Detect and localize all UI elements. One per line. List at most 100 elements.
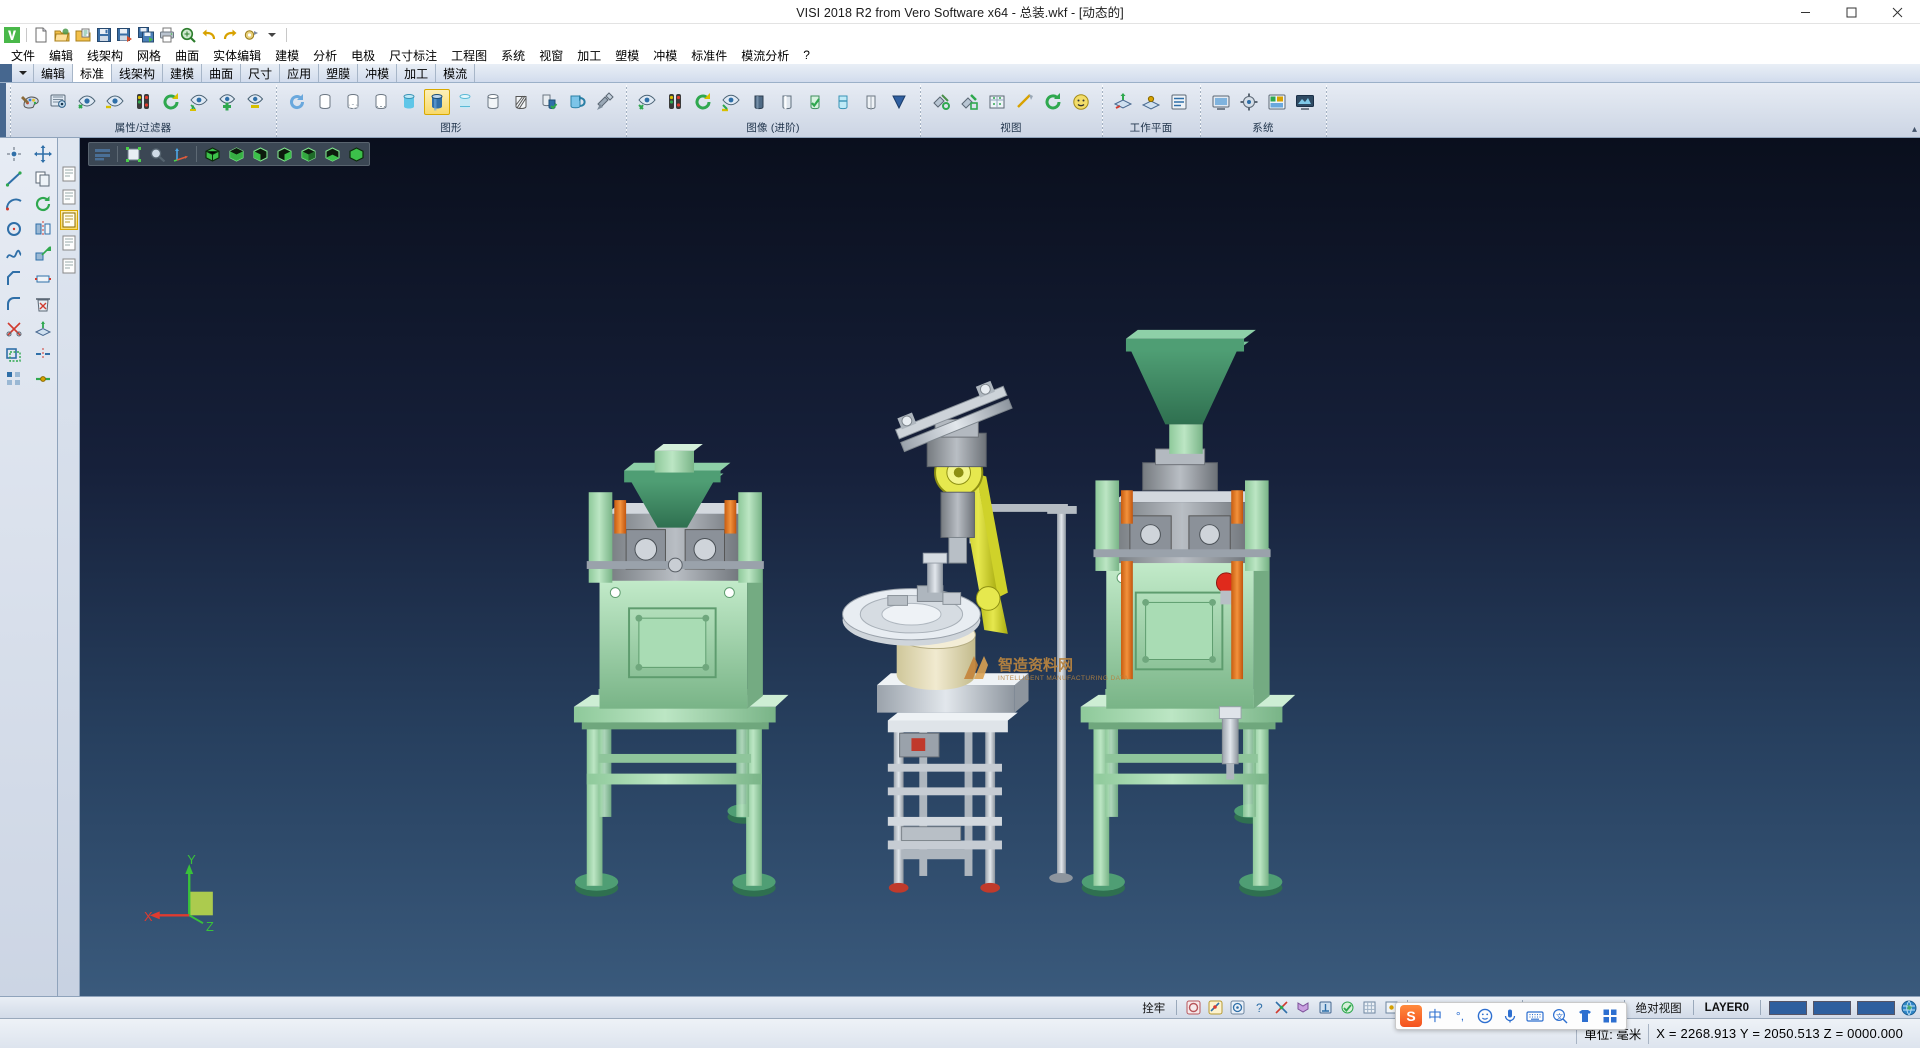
ime-keyboard-icon[interactable] <box>1523 1004 1547 1028</box>
menu-item-drafting[interactable]: 工程图 <box>444 46 494 65</box>
ime-voice-icon[interactable] <box>1498 1004 1522 1028</box>
construct-point-icon[interactable] <box>2 142 27 166</box>
list-view-icon[interactable] <box>91 144 113 164</box>
system-options-icon[interactable] <box>1236 89 1262 115</box>
system-config-icon[interactable] <box>1208 89 1234 115</box>
ime-translate-icon[interactable]: 文 <box>1548 1004 1572 1028</box>
snap-tangent-icon[interactable] <box>1292 998 1314 1018</box>
graphic-settings-icon[interactable] <box>592 89 618 115</box>
construct-offset-icon[interactable] <box>2 342 27 366</box>
hidden-line-icon[interactable] <box>340 89 366 115</box>
render-preview-icon[interactable] <box>1068 89 1094 115</box>
shade-mode-1-icon[interactable] <box>746 89 772 115</box>
tab-machining[interactable]: 加工 <box>397 64 436 82</box>
section-shade-icon[interactable] <box>508 89 534 115</box>
add-visible-icon[interactable] <box>214 89 240 115</box>
globe-icon[interactable] <box>1898 998 1920 1018</box>
open-file-icon[interactable] <box>52 25 72 45</box>
view-top-icon[interactable] <box>225 144 247 164</box>
customize-dropdown-icon[interactable] <box>262 25 282 45</box>
ime-emoji-icon[interactable] <box>1473 1004 1497 1028</box>
open-project-icon[interactable] <box>73 25 93 45</box>
print-icon[interactable] <box>157 25 177 45</box>
edit-rotate-icon[interactable] <box>30 192 55 216</box>
tab-modeling[interactable]: 建模 <box>163 64 202 82</box>
minimize-button[interactable] <box>1782 0 1828 24</box>
shade-flat-icon[interactable] <box>396 89 422 115</box>
shade-mode-4-icon[interactable] <box>830 89 856 115</box>
menu-item-file[interactable]: 文件 <box>4 46 42 65</box>
color-palette-icon[interactable] <box>18 89 44 115</box>
menu-item-surface[interactable]: 曲面 <box>168 46 206 65</box>
snap-intersection-icon[interactable] <box>1270 998 1292 1018</box>
edit-project-icon[interactable] <box>30 317 55 341</box>
construct-spline-icon[interactable] <box>2 242 27 266</box>
cad-viewport[interactable]: Y X Z 智造资料网 INTELLIGENT MANUFACTURING DA… <box>80 138 1920 996</box>
chevron-down-icon[interactable] <box>12 64 34 82</box>
maximize-button[interactable] <box>1828 0 1874 24</box>
construct-trim-icon[interactable] <box>2 317 27 341</box>
menu-item-electrode[interactable]: 电极 <box>344 46 382 65</box>
palette-sheet-5-icon[interactable] <box>60 256 78 276</box>
ribbon-collapse-button[interactable]: ▴ <box>1912 124 1917 135</box>
edit-scale-icon[interactable] <box>30 242 55 266</box>
construct-circle-icon[interactable] <box>2 217 27 241</box>
shade-mode-3-icon[interactable] <box>802 89 828 115</box>
traffic-light-filter-icon[interactable] <box>130 89 156 115</box>
snap-grid-icon[interactable] <box>1358 998 1380 1018</box>
menu-item-window[interactable]: 视窗 <box>532 46 570 65</box>
menu-item-machining[interactable]: 加工 <box>570 46 608 65</box>
save-as-icon[interactable] <box>115 25 135 45</box>
menu-item-standard-parts[interactable]: 标准件 <box>684 46 734 65</box>
undo-icon[interactable] <box>199 25 219 45</box>
dynamic-shade-icon[interactable] <box>564 89 590 115</box>
wireframe-shade-icon[interactable] <box>312 89 338 115</box>
menu-item-wireframe[interactable]: 线架构 <box>80 46 130 65</box>
menu-item-analysis[interactable]: 分析 <box>306 46 344 65</box>
menu-item-help[interactable]: ? <box>796 47 817 63</box>
palette-sheet-3-icon[interactable] <box>60 210 78 230</box>
construct-chamfer-icon[interactable] <box>2 267 27 291</box>
menu-item-dimension[interactable]: 尺寸标注 <box>382 46 444 65</box>
tab-plastic[interactable]: 塑膜 <box>319 64 358 82</box>
palette-sheet-2-icon[interactable] <box>60 187 78 207</box>
snap-quadrant-icon[interactable]: ? <box>1248 998 1270 1018</box>
fit-window-icon[interactable] <box>122 144 144 164</box>
remove-visible-icon[interactable] <box>242 89 268 115</box>
menu-item-modeling[interactable]: 建模 <box>268 46 306 65</box>
ime-skin-icon[interactable] <box>1573 1004 1597 1028</box>
edit-join-icon[interactable] <box>30 367 55 391</box>
menu-item-progress[interactable]: 冲模 <box>646 46 684 65</box>
snap-perpendicular-icon[interactable] <box>1314 998 1336 1018</box>
toggle-visibility-icon[interactable] <box>186 89 212 115</box>
shade-mode-6-icon[interactable] <box>886 89 912 115</box>
zoom-magnifier-icon[interactable] <box>146 144 168 164</box>
view-manager-icon[interactable] <box>984 89 1010 115</box>
shade-smooth-icon[interactable] <box>424 89 450 115</box>
menu-item-solid-edit[interactable]: 实体编辑 <box>206 46 268 65</box>
tab-flow[interactable]: 模流 <box>436 64 475 82</box>
view-right-icon[interactable] <box>273 144 295 164</box>
machine-center[interactable] <box>843 377 1077 893</box>
snap-midpoint-icon[interactable] <box>1204 998 1226 1018</box>
zoom-all-icon[interactable] <box>956 89 982 115</box>
menu-item-mould[interactable]: 塑模 <box>608 46 646 65</box>
edit-break-icon[interactable] <box>30 342 55 366</box>
settings-icon[interactable] <box>241 25 261 45</box>
show-entity-icon[interactable] <box>74 89 100 115</box>
menu-item-system[interactable]: 系统 <box>494 46 532 65</box>
tab-surface[interactable]: 曲面 <box>202 64 241 82</box>
layer-label[interactable]: LAYER0 <box>1699 1002 1755 1014</box>
ime-toolbox-icon[interactable] <box>1598 1004 1622 1028</box>
system-monitor-icon[interactable] <box>1292 89 1318 115</box>
print-preview-icon[interactable] <box>178 25 198 45</box>
snap-center-icon[interactable] <box>1226 998 1248 1018</box>
construct-pattern-icon[interactable] <box>2 367 27 391</box>
shade-outline-icon[interactable] <box>480 89 506 115</box>
sogou-logo-icon[interactable]: S <box>1400 1005 1422 1027</box>
view-left-icon[interactable] <box>297 144 319 164</box>
workplane-origin-icon[interactable] <box>1138 89 1164 115</box>
palette-sheet-4-icon[interactable] <box>60 233 78 253</box>
tab-edit[interactable]: 编辑 <box>34 64 73 82</box>
construct-line-icon[interactable] <box>2 167 27 191</box>
